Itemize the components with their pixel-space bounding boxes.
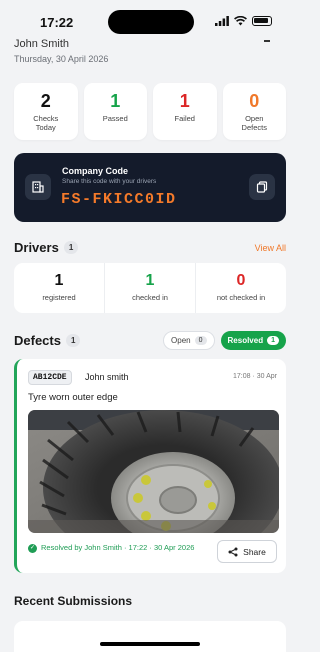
drivers-stat-value: 0 <box>236 272 246 289</box>
stat-card-failed[interactable]: 1 Failed <box>153 83 217 140</box>
company-code-card: Company Code Share this code with your d… <box>14 153 286 222</box>
resolved-status: ✓ Resolved by John Smith · 17:22 · 30 Ap… <box>28 542 208 553</box>
tab-open-count: 0 <box>194 336 207 345</box>
dynamic-island <box>108 10 194 34</box>
drivers-stat-label: registered <box>42 293 76 302</box>
drivers-not-checked-in: 0 not checked in <box>196 263 286 313</box>
drivers-count-badge: 1 <box>63 241 79 254</box>
recent-submission-card[interactable] <box>14 621 286 652</box>
stat-label: Open Defects <box>241 114 267 132</box>
tab-resolved-label: Resolved <box>227 336 264 345</box>
share-button[interactable]: Share <box>217 540 277 563</box>
status-time: 17:22 <box>40 15 74 30</box>
vehicle-plate: AB12CDE <box>28 370 72 385</box>
drivers-checked-in: 1 checked in <box>105 263 196 313</box>
defect-timestamp: 17:08 · 30 Apr <box>233 373 277 380</box>
stat-value: 1 <box>179 91 190 111</box>
defect-driver-name: John smith <box>85 372 129 382</box>
resolved-text: Resolved by John Smith · 17:22 · 30 Apr … <box>41 543 195 552</box>
share-icon <box>228 547 238 556</box>
defects-count-badge: 1 <box>65 334 81 347</box>
home-indicator[interactable] <box>100 642 200 646</box>
signal-icon <box>215 16 229 26</box>
defect-filter-tabs: Open 0 Resolved 1 <box>163 331 286 350</box>
battery-icon <box>252 16 272 26</box>
stat-label: Checks Today <box>33 114 59 132</box>
view-all-drivers-link[interactable]: View All <box>255 243 286 253</box>
drivers-stat-value: 1 <box>54 272 64 289</box>
defect-photo[interactable] <box>28 410 279 533</box>
stat-card-passed[interactable]: 1 Passed <box>83 83 147 140</box>
drivers-heading: Drivers 1 <box>14 240 79 255</box>
user-name: John Smith <box>14 38 70 50</box>
recent-submissions-title: Recent Submissions <box>14 594 133 608</box>
tab-open-label: Open <box>171 336 191 345</box>
drivers-registered: 1 registered <box>14 263 105 313</box>
stat-card-checks-today[interactable]: 2 Checks Today <box>14 83 78 140</box>
defects-heading: Defects 1 <box>14 333 81 348</box>
share-label: Share <box>243 546 266 557</box>
status-icons <box>215 16 272 26</box>
drivers-title: Drivers <box>14 240 59 255</box>
company-code-title: Company Code <box>62 166 129 176</box>
status-bar: 17:22 <box>0 0 300 40</box>
building-icon <box>25 174 51 200</box>
tab-resolved[interactable]: Resolved 1 <box>220 331 286 350</box>
wifi-icon <box>234 16 247 26</box>
tab-resolved-count: 1 <box>267 336 279 345</box>
drivers-stat-value: 1 <box>145 272 155 289</box>
check-circle-icon: ✓ <box>28 544 37 553</box>
stat-value: 2 <box>40 91 51 111</box>
stat-label: Failed <box>174 114 195 123</box>
defects-title: Defects <box>14 333 61 348</box>
company-code-subtitle: Share this code with your drivers <box>62 178 157 185</box>
defect-card[interactable]: AB12CDE John smith 17:08 · 30 Apr Tyre w… <box>14 359 286 573</box>
defect-description: Tyre worn outer edge <box>28 392 118 403</box>
stat-value: 1 <box>110 91 121 111</box>
stats-row: 2 Checks Today 1 Passed 1 Failed 0 Open … <box>14 83 286 140</box>
drivers-summary-card: 1 registered 1 checked in 0 not checked … <box>14 263 286 313</box>
stat-value: 0 <box>249 91 260 111</box>
tab-open[interactable]: Open 0 <box>163 331 215 350</box>
current-date: Thursday, 30 April 2026 <box>14 54 109 64</box>
drivers-stat-label: checked in <box>132 293 168 302</box>
drivers-stat-label: not checked in <box>216 293 266 302</box>
stat-card-open-defects[interactable]: 0 Open Defects <box>222 83 286 140</box>
stat-label: Passed <box>102 114 128 123</box>
menu-icon[interactable] <box>264 40 270 42</box>
copy-icon[interactable] <box>249 174 275 200</box>
company-code-value: FS-FKICC0ID <box>61 191 177 208</box>
